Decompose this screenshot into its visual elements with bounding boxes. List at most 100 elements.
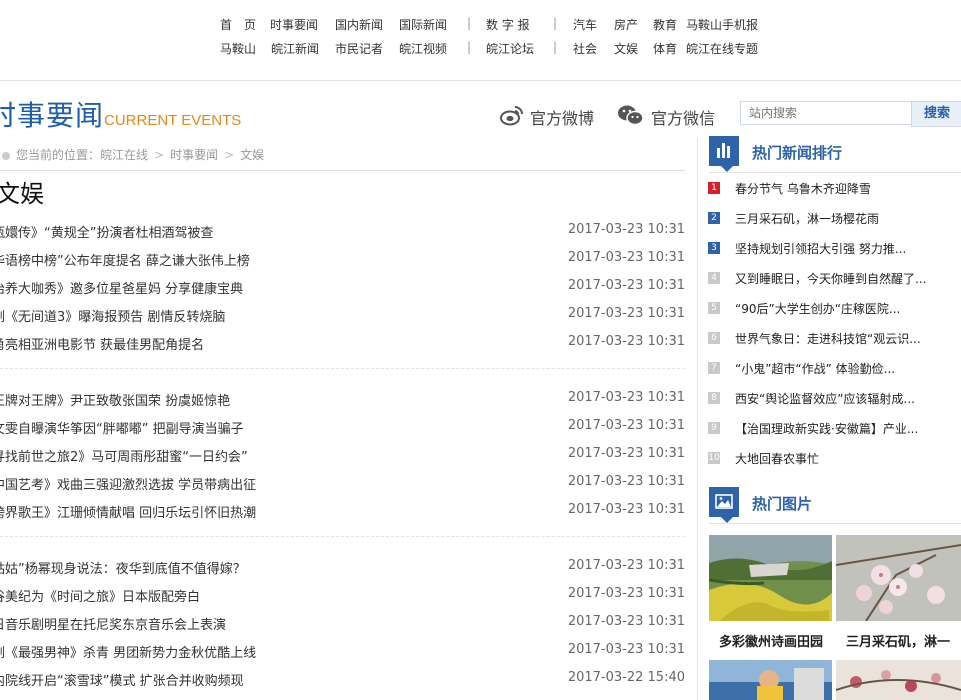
hot-news-item[interactable]: 6 世界气象日：走进科技馆“观云识... [708, 324, 961, 354]
hot-picture-caption[interactable]: 多彩徽州诗画田园 [719, 631, 823, 650]
nav-link[interactable]: 数 字 报 [486, 16, 530, 33]
nav-link[interactable]: 时事要闻 [270, 16, 318, 33]
news-title-link[interactable]: 剧《无间道3》曝海报预告 剧情反转烧脑 [0, 306, 225, 325]
hot-news-title-link[interactable]: 大地回春农事忙 [735, 450, 819, 467]
news-list-item[interactable]: 姑姑”杨幂现身说法：夜华到底值不值得嫁？ 2017-03-23 10:31 [0, 552, 685, 580]
news-list-item[interactable]: 王牌对王牌》尹正致敬张国荣 扮虞姬惊艳 2017-03-23 10:31 [0, 384, 685, 412]
hot-news-title-link[interactable]: 三月采石矶，淋一场樱花雨 [735, 210, 879, 227]
rank-badge: 9 [708, 422, 720, 434]
hot-news-title-link[interactable]: 坚持规划引领招大引强 努力推... [735, 240, 906, 257]
news-list-item[interactable]: 剧《无间道3》曝海报预告 剧情反转烧脑 2017-03-23 10:31 [0, 300, 685, 328]
rank-badge: 6 [708, 332, 720, 344]
breadcrumb-link-section[interactable]: 时事要闻 [170, 148, 218, 162]
nav-separator: | [553, 40, 558, 54]
news-title-link[interactable]: 勇亮相亚洲电影节 获最佳男配角提名 [0, 334, 204, 353]
news-list-item[interactable]: 剧《最强男神》杀青 男团新势力金秋优酷上线 2017-03-23 10:31 [0, 636, 685, 664]
news-list-item[interactable]: 谷美纪为《时间之旅》日本版配旁白 2017-03-23 10:31 [0, 580, 685, 608]
picture-icon [709, 487, 739, 517]
hot-news-title-link[interactable]: “小鬼”超市“作战” 体验勤俭... [735, 360, 895, 377]
news-list-item[interactable]: 日音乐剧明星在托尼奖东京音乐会上表演 2017-03-23 10:31 [0, 608, 685, 636]
news-title-link[interactable]: 中国艺考》戏曲三强迎激烈选拔 学员带病出征 [0, 474, 256, 493]
breadcrumb-separator: > [224, 148, 235, 162]
news-title-link[interactable]: 跨界歌王》江珊倾情献唱 回归乐坛引怀旧热潮 [0, 502, 256, 521]
category-title: 文娱 [0, 180, 44, 208]
hot-news-title-link[interactable]: 西安“舆论监督效应”应该辐射成... [735, 390, 915, 407]
hot-news-item[interactable]: 8 西安“舆论监督效应”应该辐射成... [708, 384, 961, 414]
rank-badge: 7 [708, 362, 720, 374]
news-title-link[interactable]: 谷美纪为《时间之旅》日本版配旁白 [0, 586, 200, 605]
news-date: 2017-03-23 10:31 [567, 446, 685, 461]
hot-news-title-link[interactable]: 又到睡眠日，今天你睡到自然醒了... [735, 270, 926, 287]
nav-link[interactable]: 社会 [573, 40, 597, 57]
news-list-item[interactable]: 华语榜中榜”公布年度提名 薛之谦大张伟上榜 2017-03-23 10:31 [0, 244, 685, 272]
hot-news-title-link[interactable]: “90后”大学生创办“庄稼医院... [735, 300, 900, 317]
news-date: 2017-03-23 10:31 [567, 222, 685, 237]
news-title-link[interactable]: 王牌对王牌》尹正致敬张国荣 扮虞姬惊艳 [0, 390, 230, 409]
official-weibo-link[interactable]: 官方微博 [500, 104, 594, 130]
news-title-link[interactable]: 甄嬛传》“黄规全”扮演者杜相酒驾被查 [0, 222, 213, 241]
nav-link[interactable]: 体育 [653, 40, 677, 57]
news-list-item[interactable]: 勇亮相亚洲电影节 获最佳男配角提名 2017-03-23 10:31 [0, 328, 685, 356]
hot-picture-thumbnail[interactable] [709, 535, 832, 621]
section-title: 时事要闻 [0, 99, 105, 132]
news-list-item[interactable]: 内院线开启“滚雪球”模式 扩张合并收购频现 2017-03-22 15:40 [0, 664, 685, 692]
breadcrumb-link-home[interactable]: 皖江在线 [100, 148, 148, 162]
news-title-link[interactable]: 内院线开启“滚雪球”模式 扩张合并收购频现 [0, 670, 244, 689]
list-divider [0, 536, 685, 538]
hot-news-item[interactable]: 4 又到睡眠日，今天你睡到自然醒了... [708, 264, 961, 294]
nav-link[interactable]: 房产 [614, 16, 638, 33]
nav-link[interactable]: 皖江新闻 [271, 40, 319, 57]
column-divider [697, 138, 698, 700]
hot-news-item[interactable]: 10 大地回春农事忙 [708, 444, 961, 474]
hot-news-title-link[interactable]: 世界气象日：走进科技馆“观云识... [735, 330, 921, 347]
hot-picture-thumbnail[interactable] [709, 660, 832, 700]
news-list-item[interactable]: 甄嬛传》“黄规全”扮演者杜相酒驾被查 2017-03-23 10:31 [0, 216, 685, 244]
hot-news-item[interactable]: 1 春分节气 乌鲁木齐迎降雪 [708, 174, 961, 204]
nav-link[interactable]: 教育 [653, 16, 677, 33]
nav-link[interactable]: 文娱 [614, 40, 638, 57]
hot-news-title-link[interactable]: 【治国理政新实践·安徽篇】产业... [735, 420, 918, 437]
hot-news-item[interactable]: 9 【治国理政新实践·安徽篇】产业... [708, 414, 961, 444]
news-title-link[interactable]: 治养大咖秀》邀多位星爸星妈 分享健康宝典 [0, 278, 243, 297]
nav-link[interactable]: 首 页 [220, 16, 256, 33]
news-list-item[interactable]: 文雯自曝演华筝因“胖嘟嘟” 把副导演当骗子 2017-03-23 10:31 [0, 412, 685, 440]
hot-news-item[interactable]: 5 “90后”大学生创办“庄稼医院... [708, 294, 961, 324]
nav-link[interactable]: 市民记者 [335, 40, 383, 57]
news-list-item[interactable]: 中国艺考》戏曲三强迎激烈选拔 学员带病出征 2017-03-23 10:31 [0, 468, 685, 496]
hot-news-item[interactable]: 3 坚持规划引领招大引强 努力推... [708, 234, 961, 264]
news-title-link[interactable]: 华语榜中榜”公布年度提名 薛之谦大张伟上榜 [0, 250, 250, 269]
news-title-link[interactable]: 日音乐剧明星在托尼奖东京音乐会上表演 [0, 614, 226, 633]
nav-separator: | [467, 16, 472, 30]
nav-link[interactable]: 皖江视频 [399, 40, 447, 57]
nav-link[interactable]: 马鞍山 [220, 40, 256, 57]
news-list-item[interactable]: 寻找前世之旅2》马可周雨彤甜蜜“一日约会” 2017-03-23 10:31 [0, 440, 685, 468]
hot-news-item[interactable]: 7 “小鬼”超市“作战” 体验勤俭... [708, 354, 961, 384]
wechat-icon [617, 104, 645, 130]
news-title-link[interactable]: 寻找前世之旅2》马可周雨彤甜蜜“一日约会” [0, 446, 248, 465]
weixin-label: 官方微信 [651, 109, 716, 128]
official-weixin-link[interactable]: 官方微信 [617, 104, 715, 130]
nav-link[interactable]: 国际新闻 [399, 16, 447, 33]
nav-link[interactable]: 国内新闻 [335, 16, 383, 33]
search-button[interactable]: 搜索 [911, 101, 961, 127]
breadcrumb-current[interactable]: 文娱 [240, 148, 264, 162]
nav-link[interactable]: 皖江论坛 [486, 40, 534, 57]
nav-link[interactable]: 马鞍山手机报 [686, 16, 758, 33]
nav-link[interactable]: 皖江在线专题 [686, 40, 758, 57]
section-title-english: CURRENT EVENTS [104, 112, 242, 129]
news-list-item[interactable]: 治养大咖秀》邀多位星爸星妈 分享健康宝典 2017-03-23 10:31 [0, 272, 685, 300]
hot-picture-thumbnail[interactable] [836, 535, 961, 621]
news-date: 2017-03-23 10:31 [567, 334, 685, 349]
hot-news-item[interactable]: 2 三月采石矶，淋一场樱花雨 [708, 204, 961, 234]
news-title-link[interactable]: 剧《最强男神》杀青 男团新势力金秋优酷上线 [0, 642, 256, 661]
news-title-link[interactable]: 文雯自曝演华筝因“胖嘟嘟” 把副导演当骗子 [0, 418, 244, 437]
site-search-input[interactable] [740, 101, 918, 125]
hot-news-title-link[interactable]: 春分节气 乌鲁木齐迎降雪 [735, 180, 871, 197]
header-pointer [721, 517, 733, 523]
hot-news-title: 热门新闻排行 [752, 144, 843, 162]
hot-picture-caption[interactable]: 三月采石矶，淋一 [846, 631, 950, 650]
nav-link[interactable]: 汽车 [573, 16, 597, 33]
hot-picture-thumbnail[interactable] [836, 660, 961, 700]
news-list-item[interactable]: 跨界歌王》江珊倾情献唱 回归乐坛引怀旧热潮 2017-03-23 10:31 [0, 496, 685, 524]
news-title-link[interactable]: 姑姑”杨幂现身说法：夜华到底值不值得嫁？ [0, 558, 246, 577]
